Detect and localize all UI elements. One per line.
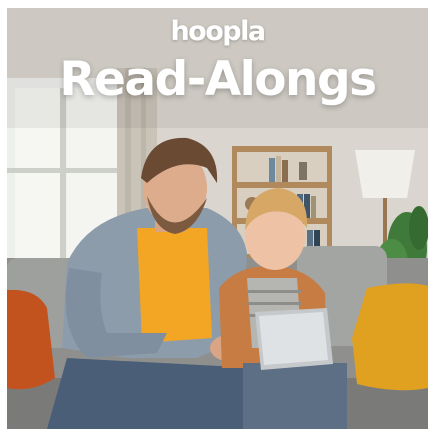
hoopla-logo: hoopla	[170, 16, 266, 47]
page-title: Read-Alongs	[59, 52, 377, 107]
promo-banner[interactable]: hoopla Read-Alongs	[7, 8, 428, 429]
tablet	[255, 308, 333, 370]
